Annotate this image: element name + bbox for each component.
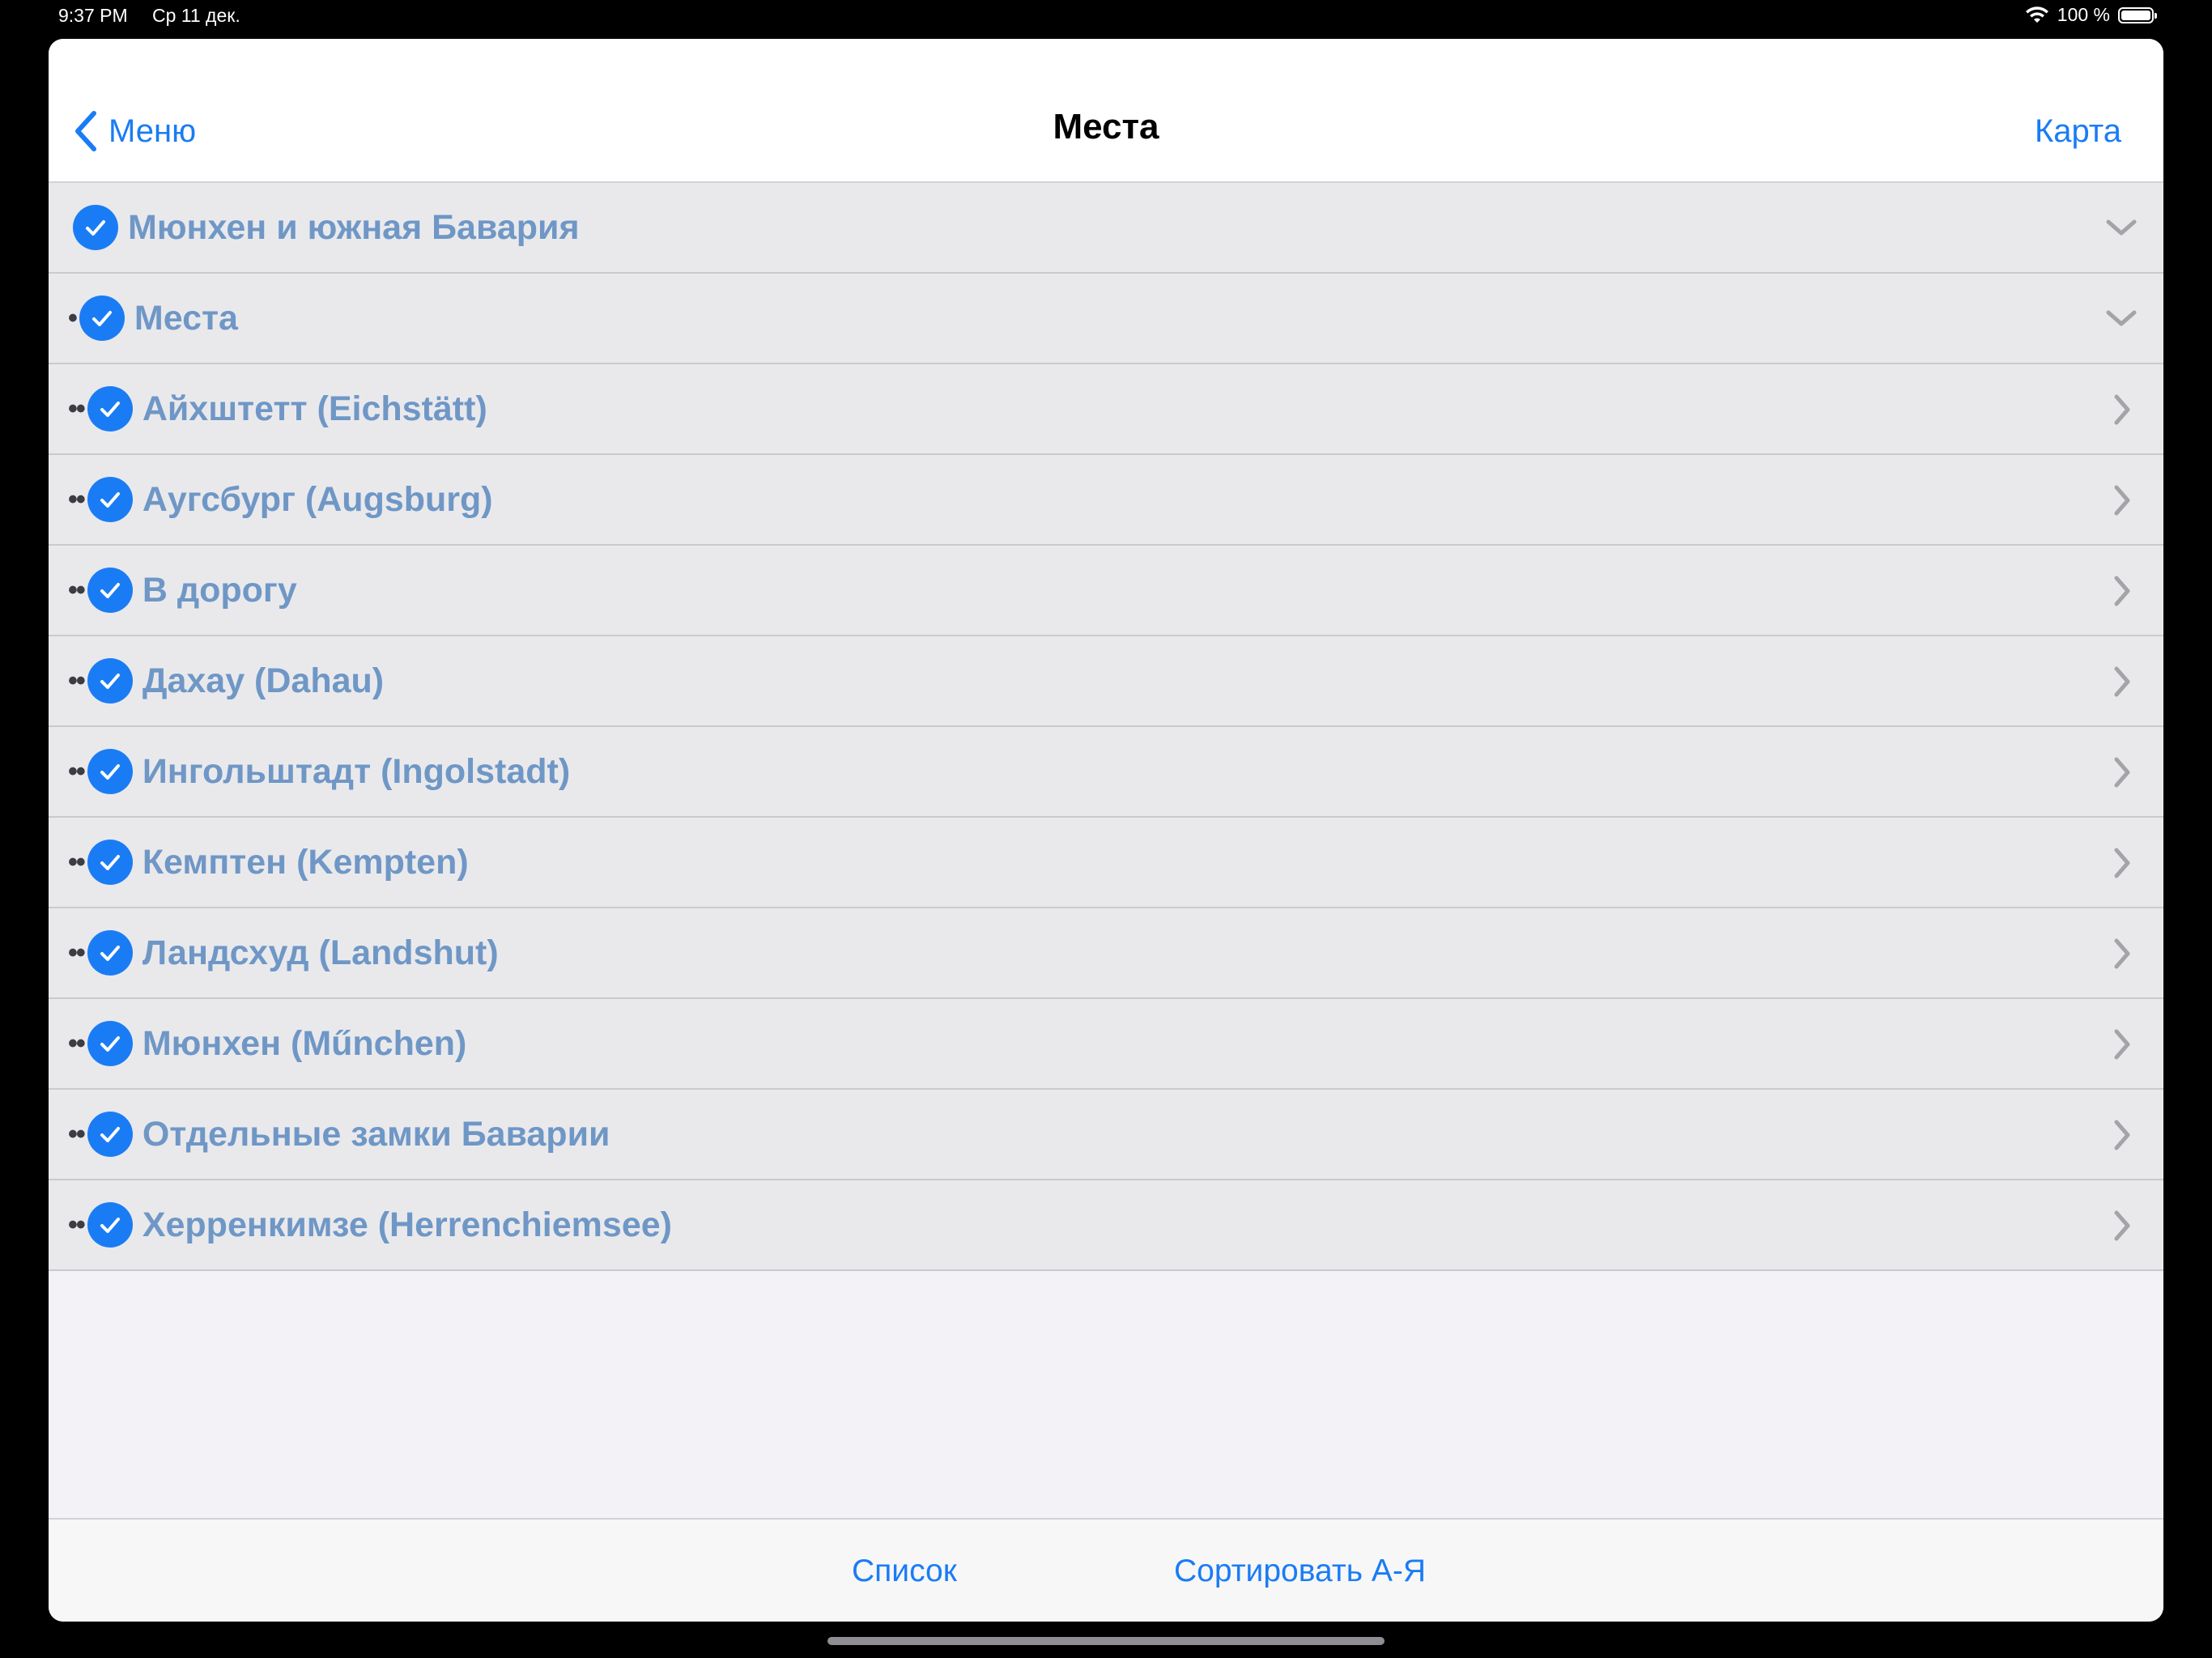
map-button[interactable]: Карта bbox=[2035, 113, 2121, 150]
checkmark-icon[interactable] bbox=[87, 1021, 133, 1066]
status-time: 9:37 PM bbox=[58, 5, 128, 26]
page-title: Места bbox=[1053, 107, 1159, 147]
list-item[interactable]: • Места bbox=[49, 274, 2163, 364]
chevron-right-icon[interactable] bbox=[2099, 750, 2144, 795]
list-item[interactable]: •• Мюнхен (Műnchen) bbox=[49, 999, 2163, 1090]
checkmark-icon[interactable] bbox=[87, 749, 133, 794]
list-item[interactable]: •• Кемптен (Kempten) bbox=[49, 818, 2163, 908]
list-item-label: Мюнхен (Műnchen) bbox=[142, 1023, 467, 1063]
chevron-right-icon[interactable] bbox=[2099, 1203, 2144, 1248]
checkmark-icon[interactable] bbox=[87, 477, 133, 522]
checkmark-icon[interactable] bbox=[87, 930, 133, 976]
status-date: Ср 11 дек. bbox=[152, 5, 240, 26]
list-item[interactable]: Мюнхен и южная Бавария bbox=[49, 183, 2163, 274]
list-item-label: Отдельные замки Баварии bbox=[142, 1114, 610, 1154]
chevron-right-icon[interactable] bbox=[2099, 659, 2144, 704]
list-item-label: Айхштетт (Eichstätt) bbox=[142, 389, 487, 428]
list-item-label: Дахау (Dahau) bbox=[142, 661, 385, 700]
chevron-right-icon[interactable] bbox=[2099, 478, 2144, 523]
list-item[interactable]: •• Айхштетт (Eichstätt) bbox=[49, 364, 2163, 455]
list-item[interactable]: •• В дорогу bbox=[49, 546, 2163, 636]
home-indicator bbox=[827, 1637, 1385, 1645]
indent-dots: • bbox=[68, 302, 78, 334]
list-item-label: Херренкимзе (Herrenchiemsee) bbox=[142, 1205, 672, 1244]
list-item-label: Мюнхен и южная Бавария bbox=[128, 207, 580, 247]
chevron-right-icon[interactable] bbox=[2099, 568, 2144, 614]
list-item[interactable]: •• Ингольштадт (Ingolstadt) bbox=[49, 727, 2163, 818]
list-item[interactable]: •• Аугсбург (Augsburg) bbox=[49, 455, 2163, 546]
indent-dots: •• bbox=[68, 846, 86, 878]
indent-dots: •• bbox=[68, 665, 86, 696]
list-item[interactable]: •• Херренкимзе (Herrenchiemsee) bbox=[49, 1180, 2163, 1271]
list-button[interactable]: Список bbox=[852, 1554, 957, 1589]
bottom-toolbar: Список Сортировать А-Я bbox=[49, 1518, 2163, 1622]
indent-dots: •• bbox=[68, 1209, 86, 1240]
chevron-down-icon[interactable] bbox=[2099, 296, 2144, 342]
checkmark-icon[interactable] bbox=[87, 1202, 133, 1248]
indent-dots: •• bbox=[68, 1118, 86, 1150]
checkmark-icon[interactable] bbox=[87, 568, 133, 613]
list-item-label: Кемптен (Kempten) bbox=[142, 842, 469, 882]
chevron-right-icon[interactable] bbox=[2099, 387, 2144, 432]
checkmark-icon[interactable] bbox=[87, 386, 133, 432]
checkmark-icon[interactable] bbox=[73, 205, 118, 250]
chevron-right-icon[interactable] bbox=[2099, 1022, 2144, 1067]
list-item-label: Ингольштадт (Ingolstadt) bbox=[142, 751, 571, 791]
list-item[interactable]: •• Дахау (Dahau) bbox=[49, 636, 2163, 727]
list-item[interactable]: •• Отдельные замки Баварии bbox=[49, 1090, 2163, 1180]
battery-level bbox=[2121, 10, 2150, 20]
list-item[interactable]: •• Ландсхуд (Landshut) bbox=[49, 908, 2163, 999]
indent-dots: •• bbox=[68, 393, 86, 424]
indent-dots: •• bbox=[68, 755, 86, 787]
checkmark-icon[interactable] bbox=[87, 658, 133, 704]
list-item-label: Аугсбург (Augsburg) bbox=[142, 479, 493, 519]
indent-dots: •• bbox=[68, 937, 86, 968]
list-item-label: Места bbox=[134, 298, 238, 338]
list-item-label: В дорогу bbox=[142, 570, 297, 610]
indent-dots: •• bbox=[68, 574, 86, 606]
checkmark-icon[interactable] bbox=[87, 1112, 133, 1157]
wifi-icon bbox=[2025, 6, 2048, 23]
chevron-right-icon[interactable] bbox=[2099, 1112, 2144, 1158]
indent-dots: •• bbox=[68, 483, 86, 515]
chevron-right-icon[interactable] bbox=[2099, 931, 2144, 976]
status-right: 100 % bbox=[2025, 4, 2157, 26]
status-bar: 9:37 PM Ср 11 дек. 100 % bbox=[0, 0, 2212, 34]
indent-dots: •• bbox=[68, 1027, 86, 1059]
battery-percent: 100 % bbox=[2057, 4, 2110, 25]
battery-icon bbox=[2118, 6, 2157, 23]
list-item-label: Ландсхуд (Landshut) bbox=[142, 933, 499, 972]
sort-az-button[interactable]: Сортировать А-Я bbox=[1174, 1554, 1426, 1589]
places-sheet: Меню Места Карта Мюнхен и южная Бавария •… bbox=[49, 39, 2163, 1622]
checkmark-icon[interactable] bbox=[79, 295, 125, 341]
chevron-down-icon[interactable] bbox=[2099, 206, 2144, 251]
navigation-bar: Меню Места Карта bbox=[49, 39, 2163, 183]
chevron-right-icon[interactable] bbox=[2099, 840, 2144, 886]
places-list: Мюнхен и южная Бавария • Места •• Айхштетт (… bbox=[49, 183, 2163, 1271]
checkmark-icon[interactable] bbox=[87, 840, 133, 885]
